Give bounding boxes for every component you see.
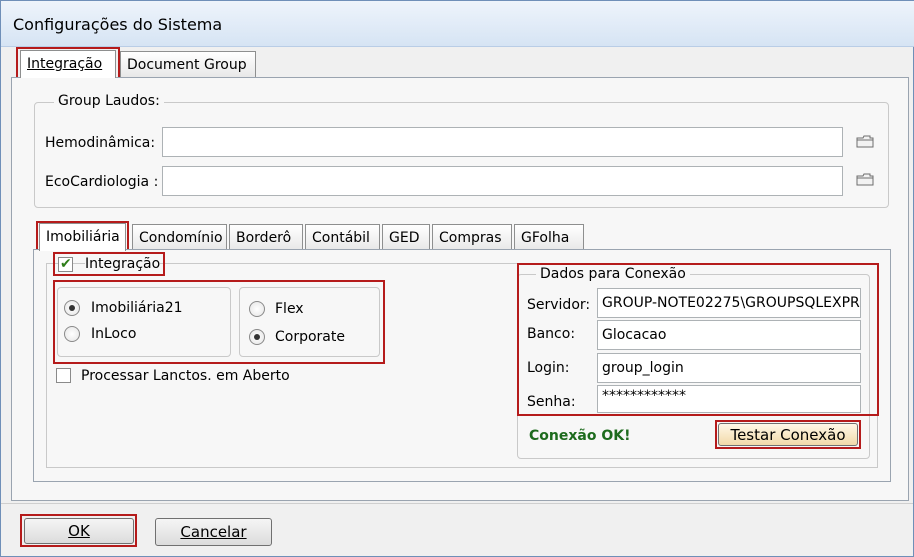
tab-compras[interactable]: Compras [432, 224, 512, 250]
banco-label: Banco: [527, 326, 576, 342]
radio-corporate-label: Corporate [275, 329, 345, 345]
conexao-legend: Dados para Conexão [536, 266, 690, 282]
integracao-label: Integração [85, 256, 161, 272]
cancelar-button-label: Cancelar [180, 523, 247, 541]
ecocardiologia-label: EcoCardiologia : [45, 174, 159, 190]
tab-ged[interactable]: GED [382, 224, 430, 250]
checkmark-icon: ✔ [60, 256, 72, 272]
footer-divider [1, 503, 913, 504]
radio-inloco-label: InLoco [91, 326, 137, 342]
senha-label: Senha: [527, 394, 576, 410]
radio-imobiliaria21-label: Imobiliária21 [91, 300, 183, 316]
tab-contabil[interactable]: Contábil [305, 224, 380, 250]
title-bar: Configurações do Sistema [1, 1, 914, 47]
banco-field[interactable]: Glocacao [597, 320, 861, 350]
radio-group-a [57, 287, 231, 357]
radio-group-b [239, 287, 380, 357]
cancelar-button[interactable]: Cancelar [155, 518, 272, 546]
folder-icon[interactable] [856, 135, 874, 148]
processar-label: Processar Lanctos. em Aberto [81, 368, 290, 384]
radio-flex[interactable] [249, 301, 265, 317]
servidor-label: Servidor: [527, 297, 591, 313]
radio-inloco[interactable] [64, 326, 80, 342]
login-label: Login: [527, 360, 570, 376]
tab-imobiliaria[interactable]: Imobiliária [39, 223, 126, 251]
group-laudos-legend: Group Laudos: [54, 93, 164, 109]
senha-field[interactable]: ************ [597, 385, 861, 413]
radio-flex-label: Flex [275, 301, 304, 317]
radio-corporate[interactable] [249, 329, 265, 345]
integracao-checkbox[interactable]: ✔ [58, 257, 73, 272]
hemodinamica-field[interactable] [162, 127, 843, 157]
testar-conexao-button[interactable]: Testar Conexão [718, 423, 858, 446]
tab-document-group[interactable]: Document Group [120, 51, 256, 77]
window-title: Configurações do Sistema [13, 15, 223, 34]
login-field[interactable]: group_login [597, 353, 861, 383]
servidor-field[interactable]: GROUP-NOTE02275\GROUPSQLEXPR [597, 288, 861, 318]
tab-condominio[interactable]: Condomínio [132, 224, 227, 250]
processar-checkbox[interactable] [56, 368, 71, 383]
tab-bordero[interactable]: Borderô [229, 224, 303, 250]
conexao-status: Conexão OK! [529, 428, 631, 444]
ecocardiologia-field[interactable] [162, 166, 843, 196]
ok-button[interactable]: OK [24, 518, 134, 544]
tab-integracao[interactable]: Integração [20, 50, 116, 78]
ok-button-label: OK [68, 522, 90, 540]
radio-imobiliaria21[interactable] [64, 300, 80, 316]
tab-gfolha[interactable]: GFolha [514, 224, 584, 250]
dialog-window: Configurações do Sistema Integração Docu… [0, 0, 914, 557]
hemodinamica-label: Hemodinâmica: [45, 135, 156, 151]
folder-icon[interactable] [856, 173, 874, 186]
